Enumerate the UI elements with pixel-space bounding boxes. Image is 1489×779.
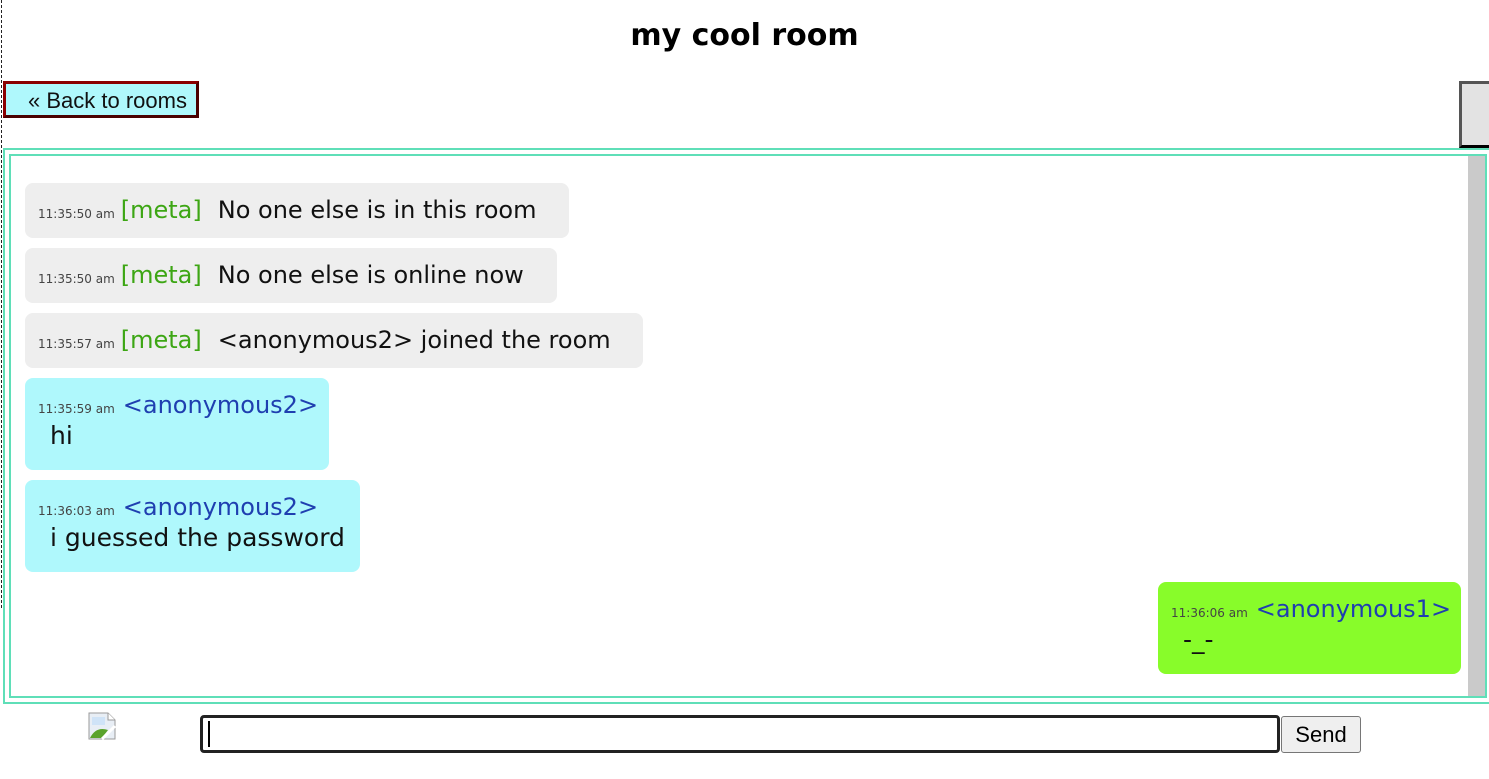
- meta-message: 11:35:57 am [meta] <anonymous2> joined the…: [25, 313, 643, 368]
- meta-tag: [meta]: [120, 326, 202, 354]
- chat-message: 11:36:03 am <anonymous2> i guessed the pa…: [25, 480, 360, 572]
- page-edge-divider: [0, 0, 2, 608]
- message-username: <anonymous1>: [1255, 595, 1452, 623]
- message-timestamp: 11:35:50 am: [38, 207, 115, 221]
- text-caret: [208, 721, 210, 747]
- back-to-rooms-button[interactable]: « Back to rooms: [3, 81, 199, 118]
- message-timestamp: 11:36:06 am: [1171, 606, 1248, 620]
- message-input[interactable]: [200, 715, 1280, 753]
- chat-message: 11:35:59 am <anonymous2> hi: [25, 378, 329, 470]
- meta-message: 11:35:50 am [meta] No one else is in this …: [25, 183, 569, 238]
- meta-message: 11:35:50 am [meta] No one else is online n…: [25, 248, 557, 303]
- chat-scrollbar[interactable]: [1468, 156, 1485, 696]
- send-button[interactable]: Send: [1281, 716, 1361, 753]
- message-text: <anonymous2> joined the room: [217, 326, 611, 354]
- meta-tag: [meta]: [120, 196, 202, 224]
- message-username: <anonymous2>: [122, 493, 319, 521]
- chat-log-frame: 11:35:50 am [meta] No one else is in this …: [3, 148, 1489, 704]
- message-timestamp: 11:35:59 am: [38, 402, 115, 416]
- message-timestamp: 11:35:50 am: [38, 272, 115, 286]
- message-text: i guessed the password: [50, 523, 345, 552]
- meta-tag: [meta]: [120, 261, 202, 289]
- message-username: <anonymous2>: [122, 391, 319, 419]
- chat-log[interactable]: 11:35:50 am [meta] No one else is in this …: [9, 154, 1487, 698]
- room-title: my cool room: [630, 18, 859, 53]
- broken-image-icon: [88, 712, 117, 741]
- side-panel-button[interactable]: [1459, 81, 1489, 148]
- message-timestamp: 11:35:57 am: [38, 337, 115, 351]
- message-timestamp: 11:36:03 am: [38, 504, 115, 518]
- message-text: -_-: [1183, 625, 1214, 654]
- message-text: No one else is in this room: [217, 196, 537, 224]
- message-text: No one else is online now: [217, 261, 524, 289]
- message-text: hi: [50, 421, 73, 450]
- own-chat-message: 11:36:06 am <anonymous1> -_-: [1158, 582, 1461, 674]
